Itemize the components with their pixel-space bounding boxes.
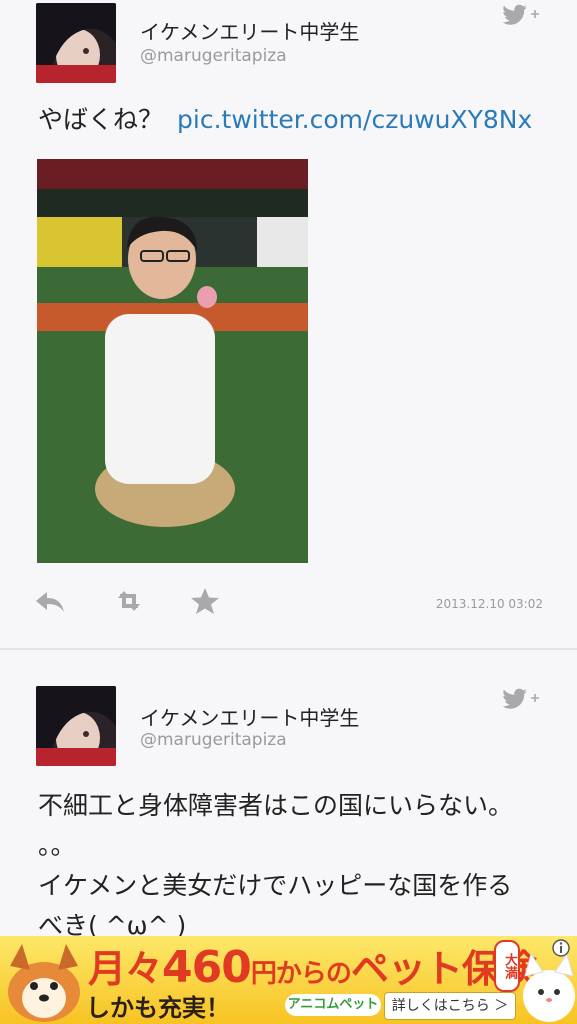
display-name[interactable]: イケメンエリート中学生 xyxy=(140,702,359,731)
tweet-text-line: 。。 xyxy=(38,831,76,860)
tweet-card: イケメンエリート中学生 @marugeritapiza 不細工と身体障害者はこの… xyxy=(0,650,577,940)
tweet-text: 不細工と身体障害者はこの国にいらない。 。。 イケメンと美女だけでハッピーな国を… xyxy=(38,786,558,946)
ad-cta-button[interactable]: 詳しくはこちら ＞ xyxy=(384,992,516,1020)
ad-headline-pre: 月々 xyxy=(88,947,163,991)
ad-brand-logo: アニコムペット xyxy=(285,994,381,1016)
twitter-bird-plus-icon[interactable] xyxy=(501,686,543,710)
user-handle[interactable]: @marugeritapiza xyxy=(140,730,287,750)
favorite-star-icon[interactable] xyxy=(188,586,222,616)
avatar[interactable] xyxy=(36,3,116,83)
photo-link[interactable]: pic.twitter.com/czuwuXY8Nx xyxy=(177,105,532,134)
reply-icon[interactable] xyxy=(33,586,67,616)
ad-subline: しかも充実！ xyxy=(86,994,230,1022)
ad-headline-amount: 460 xyxy=(162,942,252,993)
avatar[interactable] xyxy=(36,686,116,766)
tweet-photo[interactable] xyxy=(37,159,308,563)
tweet-text-line: イケメンと美女だけでハッピーな国を作る xyxy=(38,871,513,900)
retweet-icon[interactable] xyxy=(112,586,146,616)
tweet-text: やばくね？ pic.twitter.com/czuwuXY8Nx xyxy=(38,100,532,136)
tweet-actions: 2013.12.10 03:02 xyxy=(0,586,577,618)
ad-banner[interactable]: 月々460円からのペット保険 大満 しかも充実！ アニコムペット 詳しくはこちら… xyxy=(0,936,577,1024)
twitter-bird-plus-icon[interactable] xyxy=(501,2,543,26)
user-handle[interactable]: @marugeritapiza xyxy=(140,46,287,66)
tweet-timestamp[interactable]: 2013.12.10 03:02 xyxy=(436,597,543,611)
tweet-card: イケメンエリート中学生 @marugeritapiza やばくね？ pic.twi… xyxy=(0,0,577,648)
ad-headline-mid: 円からの xyxy=(250,959,352,989)
tweet-text-line: 不細工と身体障害者はこの国にいらない。 xyxy=(38,791,514,820)
ad-headline: 月々460円からのペット保険 xyxy=(88,938,537,993)
dog-mascot-icon xyxy=(0,936,86,1024)
display-name[interactable]: イケメンエリート中学生 xyxy=(140,16,359,45)
tweet-text-body: やばくね？ xyxy=(38,105,164,134)
ad-info-icon[interactable] xyxy=(551,938,571,958)
